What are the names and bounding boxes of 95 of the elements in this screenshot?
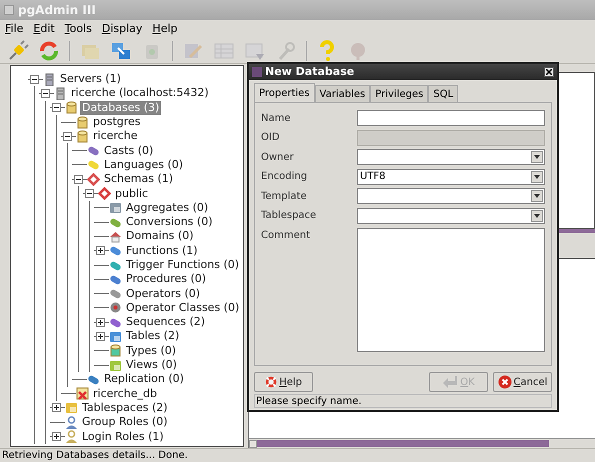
- dialog-status-text: Please specify name.: [256, 394, 362, 408]
- field-label: Name: [261, 112, 291, 126]
- user-icon: [65, 430, 78, 444]
- cylinder-icon: [109, 344, 122, 358]
- tree-item[interactable]: public: [113, 186, 150, 201]
- field-label: Tablespace: [261, 209, 316, 224]
- help-button[interactable]: Help: [254, 372, 313, 392]
- tree-item[interactable]: Procedures (0): [124, 272, 208, 286]
- expand-toggle[interactable]: [96, 332, 105, 341]
- diamond-icon: [98, 187, 111, 200]
- dropdown-field[interactable]: [357, 149, 545, 166]
- diamond-icon: [87, 172, 100, 186]
- collapse-toggle[interactable]: [63, 132, 72, 141]
- collapse-toggle[interactable]: [74, 174, 83, 184]
- field-label: Owner: [261, 150, 294, 165]
- collapse-toggle[interactable]: [30, 74, 39, 84]
- enter-arrow-icon: [442, 375, 458, 389]
- server-icon: [54, 86, 67, 100]
- tree-item[interactable]: Functions (1): [124, 244, 200, 258]
- close-button[interactable]: [544, 67, 554, 77]
- tree-item[interactable]: ricerche_db: [91, 386, 159, 401]
- collapse-toggle[interactable]: [85, 189, 94, 198]
- tab[interactable]: Variables: [314, 85, 370, 102]
- tree-item[interactable]: Sequences (2): [124, 315, 208, 330]
- dialog-title: New Database: [265, 64, 356, 80]
- menu-item[interactable]: Help: [152, 20, 178, 38]
- cancel-icon: [498, 375, 512, 389]
- dropdown-field[interactable]: [357, 208, 545, 224]
- database-icon: [65, 101, 78, 114]
- tree-item[interactable]: Tables (2): [124, 329, 182, 344]
- caret-icon: [531, 151, 543, 164]
- tab[interactable]: SQL: [428, 85, 458, 102]
- window-icon: [4, 5, 14, 15]
- tree-item[interactable]: Operator Classes (0): [124, 300, 242, 315]
- lifebuoy-icon: [265, 375, 278, 389]
- tree-item[interactable]: Aggregates (0): [124, 200, 210, 215]
- cancel-button[interactable]: Cancel: [493, 372, 552, 392]
- field-label: Template: [261, 190, 307, 204]
- tree-item[interactable]: Types (0): [124, 344, 178, 358]
- collapse-toggle[interactable]: [52, 103, 61, 112]
- tab[interactable]: Properties: [254, 83, 315, 102]
- tab[interactable]: Privileges: [370, 85, 428, 102]
- field-label: OID: [261, 131, 280, 146]
- menu-item[interactable]: File: [5, 20, 24, 38]
- tree-item[interactable]: Tablespaces (2): [80, 400, 170, 415]
- tree-item[interactable]: Conversions (0): [124, 215, 214, 230]
- caret-icon: [531, 210, 543, 222]
- tree-item[interactable]: Languages (0): [102, 158, 186, 172]
- error-icon: [76, 387, 89, 400]
- tree-item[interactable]: Group Roles (0): [80, 415, 170, 430]
- tree-item[interactable]: Domains (0): [124, 229, 196, 244]
- window-icon: [252, 67, 262, 77]
- tree-item[interactable]: Operators (0): [124, 286, 202, 301]
- tree-item[interactable]: Schemas (1): [102, 172, 176, 186]
- database-icon: [76, 130, 89, 143]
- document-icon: [109, 201, 122, 214]
- expand-toggle[interactable]: [96, 318, 105, 327]
- tree-item[interactable]: Servers (1): [58, 72, 123, 86]
- caret-icon: [531, 170, 543, 183]
- name-field[interactable]: [357, 110, 545, 126]
- tree-item[interactable]: Casts (0): [102, 144, 156, 158]
- status-text: Retrieving Databases details... Done.: [2, 449, 188, 462]
- comment-field[interactable]: [357, 228, 545, 352]
- tree-item[interactable]: Databases (3): [80, 100, 162, 115]
- tree-item[interactable]: ricerche (localhost:5432): [69, 86, 211, 100]
- group-icon: [65, 416, 78, 429]
- folder-icon: [65, 401, 78, 414]
- menu-item[interactable]: Display: [102, 20, 142, 38]
- tag-icon: [109, 258, 122, 272]
- tree-item[interactable]: Login Roles (1): [80, 430, 166, 444]
- expand-toggle[interactable]: [52, 403, 61, 412]
- tree-item[interactable]: Views (0): [124, 358, 179, 372]
- expand-toggle[interactable]: [96, 246, 105, 256]
- dropdown-field[interactable]: [357, 188, 545, 204]
- menu-item[interactable]: Tools: [64, 20, 92, 38]
- horizontal-scrollbar[interactable]: [249, 438, 595, 448]
- caret-icon: [531, 190, 543, 202]
- field-label: Encoding: [261, 170, 308, 184]
- tree-item[interactable]: Replication (0): [102, 372, 186, 386]
- expand-toggle[interactable]: [52, 432, 61, 442]
- gear-icon: [109, 301, 122, 314]
- server-icon: [43, 72, 56, 86]
- window-title: pgAdmin III: [18, 2, 96, 19]
- document-icon: [109, 358, 122, 372]
- tree-item[interactable]: ricerche: [91, 129, 140, 144]
- house-icon: [109, 230, 122, 243]
- field-label: Comment: [261, 228, 310, 243]
- menu-item[interactable]: Edit: [33, 20, 55, 38]
- tree-item[interactable]: Trigger Functions (0): [124, 258, 242, 272]
- dropdown-field[interactable]: UTF8: [357, 168, 545, 185]
- table-icon: [109, 330, 122, 343]
- database-icon: [76, 116, 89, 129]
- collapse-toggle[interactable]: [41, 88, 50, 98]
- close-icon: [546, 69, 552, 75]
- tree-item[interactable]: postgres: [91, 115, 143, 130]
